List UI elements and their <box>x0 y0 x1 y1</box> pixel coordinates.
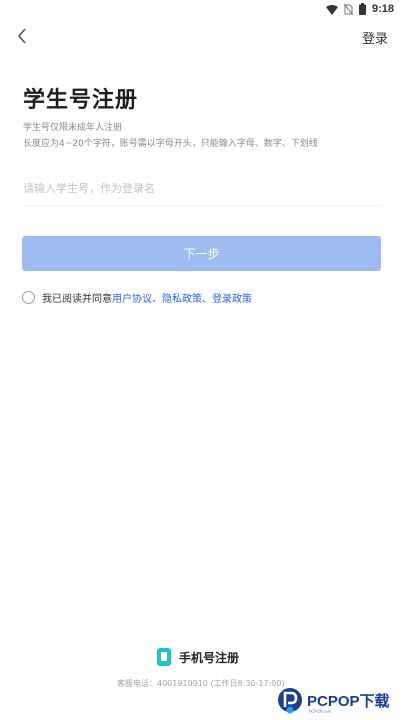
phone-register-button[interactable]: 手机号注册 <box>157 647 239 667</box>
no-sim-icon <box>343 0 354 19</box>
agreement-separator: 、 <box>202 293 212 305</box>
agreement-separator: 、 <box>152 293 162 305</box>
back-button[interactable] <box>8 24 36 52</box>
status-time: 9:18 <box>371 3 394 15</box>
status-icons: 9:18 <box>325 0 394 19</box>
hint-minor-only: 学生号仅限未成年人注册 <box>23 123 123 133</box>
wifi-icon <box>325 0 338 19</box>
customer-service-phone: 客服电话：4001910910 (工作日8:30-17:00) <box>117 679 285 688</box>
user-agreement-link[interactable]: 用户协议 <box>112 290 152 305</box>
pcpop-logo-icon <box>276 686 304 714</box>
watermark: PCPOP下载 PCPOP.com <box>276 683 402 717</box>
hint-format-rules: 长度应为4~20个字符，账号需以字母开头，只能输入字母、数字、下划线 <box>23 139 318 149</box>
student-id-field <box>23 172 381 206</box>
watermark-sub: PCPOP.com <box>309 709 332 714</box>
nav-bar: 登录 <box>0 18 404 58</box>
watermark-brand: PCPOP下载 <box>307 692 390 710</box>
next-step-button[interactable]: 下一步 <box>22 236 381 271</box>
battery-icon <box>358 0 366 19</box>
login-policy-link[interactable]: 登录政策 <box>212 290 252 305</box>
privacy-policy-link[interactable]: 隐私政策 <box>162 290 202 305</box>
agreement-prefix: 我已阅读并同意 <box>42 293 112 305</box>
phone-icon <box>157 648 171 666</box>
agreement-checkbox[interactable] <box>22 290 35 304</box>
page-title: 学生号注册 <box>23 88 139 113</box>
login-link[interactable]: 登录 <box>362 28 388 47</box>
agreement-row: 我已阅读并同意 用户协议 、 隐私政策 、 登录政策 <box>22 289 252 305</box>
student-id-input[interactable] <box>23 172 381 204</box>
phone-register-label: 手机号注册 <box>179 650 240 665</box>
status-bar: 9:18 <box>0 0 404 18</box>
chevron-left-icon <box>16 27 28 49</box>
